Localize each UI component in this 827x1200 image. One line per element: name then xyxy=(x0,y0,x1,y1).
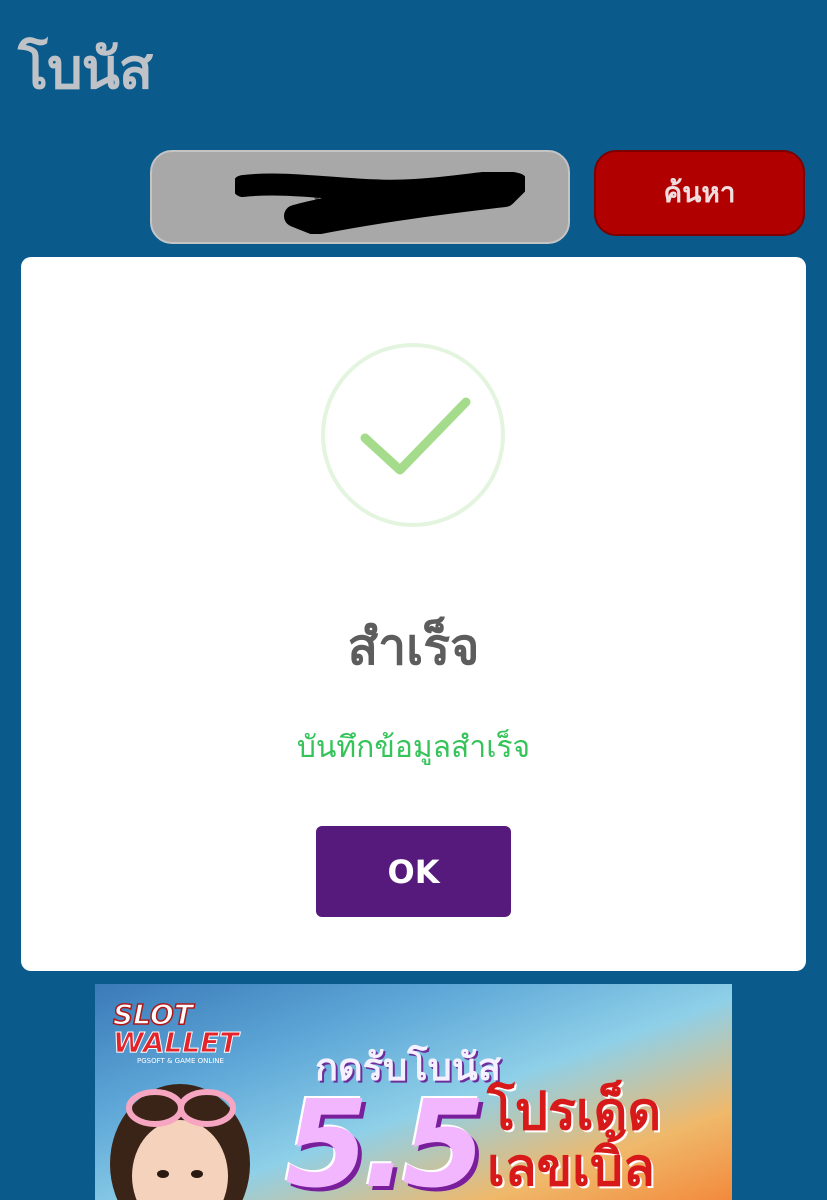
dialog-title: สำเร็จ xyxy=(347,618,480,676)
svg-text:PGSOFT & GAME ONLINE: PGSOFT & GAME ONLINE xyxy=(137,1057,224,1065)
checkmark-success-icon xyxy=(321,343,505,527)
banner-promo-line2: เลขเบิ้ล xyxy=(487,1138,655,1198)
search-button[interactable]: ค้นหา xyxy=(594,150,805,236)
dialog-message: บันทึกข้อมูลสำเร็จ xyxy=(296,730,531,765)
svg-text:WALLET: WALLET xyxy=(113,1026,240,1059)
search-input[interactable] xyxy=(150,150,570,244)
person-illustration xyxy=(110,1084,250,1200)
banner-promo-text: โปรเด็ด เลขเบิ้ล xyxy=(487,1084,661,1196)
banner-promo-line1: โปรเด็ด xyxy=(487,1082,662,1142)
promo-banner[interactable]: SLOT WALLET PGSOFT & GAME ONLINE กดรับโบ… xyxy=(95,984,732,1200)
page-title: โบนัส xyxy=(18,37,153,102)
slot-wallet-logo: SLOT WALLET PGSOFT & GAME ONLINE xyxy=(112,997,241,1065)
banner-promo-number: 5.5 xyxy=(285,1076,486,1200)
ok-button[interactable]: OK xyxy=(316,826,511,917)
